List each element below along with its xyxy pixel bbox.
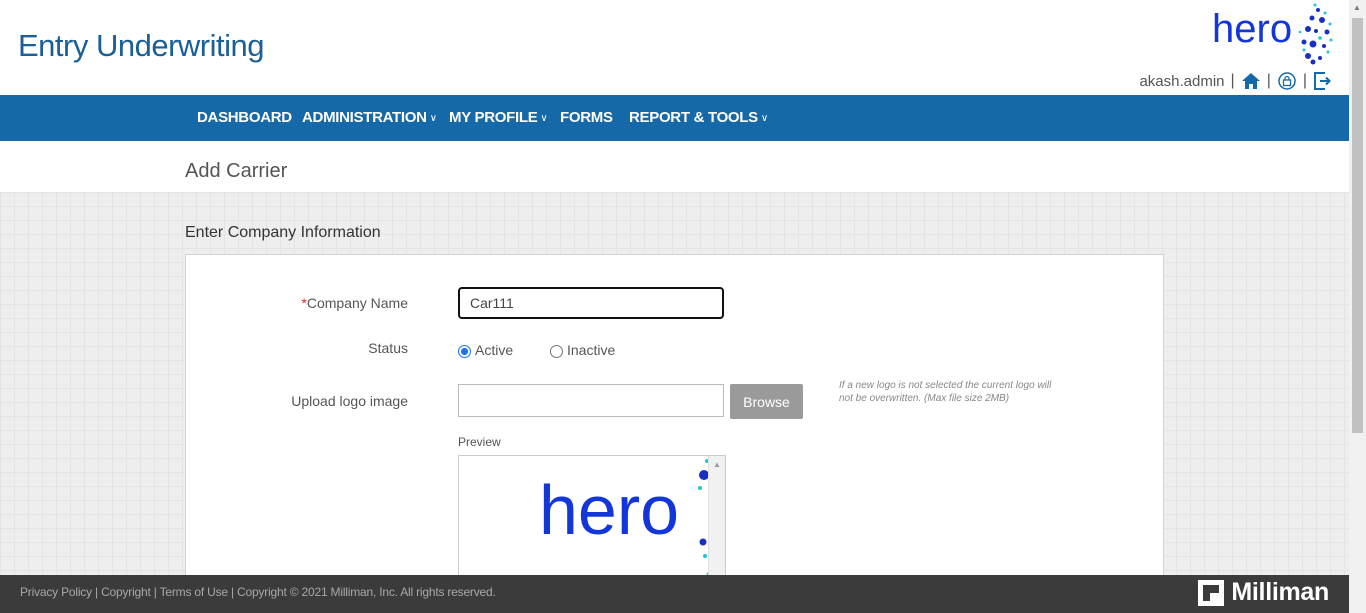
company-name-label: *Company Name: [301, 295, 408, 311]
app-header: Entry Underwriting hero akash.admin | |: [0, 0, 1349, 95]
hero-logo-text: hero: [1212, 7, 1292, 51]
status-inactive-option[interactable]: Inactive: [550, 341, 615, 358]
user-bar: akash.admin | | |: [1139, 70, 1331, 92]
nav-label: FORMS: [560, 109, 613, 126]
nav-label: ADMINISTRATION: [302, 109, 427, 126]
company-form: *Company Name Status Active Inactive Upl…: [185, 254, 1164, 585]
nav-report-tools[interactable]: REPORT & TOOLS ∨: [629, 95, 768, 141]
username[interactable]: akash.admin: [1139, 73, 1224, 90]
brand-name: Milliman: [1231, 578, 1329, 606]
section-title: Enter Company Information: [185, 224, 381, 241]
page-title-band: Add Carrier: [0, 141, 1349, 192]
footer-links[interactable]: Privacy Policy | Copyright | Terms of Us…: [20, 585, 496, 599]
lock-refresh-icon[interactable]: [1277, 71, 1297, 91]
upload-hint: If a new logo is not selected the curren…: [839, 380, 1052, 404]
separator: |: [1266, 72, 1271, 89]
chevron-down-icon: ∨: [429, 113, 437, 124]
nav-administration[interactable]: ADMINISTRATION ∨: [302, 95, 437, 141]
page-title: Add Carrier: [185, 160, 288, 182]
milliman-brand: Milliman: [1197, 578, 1329, 607]
status-active-label: Active: [475, 341, 514, 358]
home-icon[interactable]: [1241, 72, 1261, 90]
preview-logo-text: hero: [539, 471, 679, 549]
status-active-option[interactable]: Active: [458, 341, 513, 358]
content-area: Enter Company Information *Company Name …: [0, 192, 1349, 585]
hero-logo[interactable]: hero: [1212, 2, 1334, 66]
page-scrollbar[interactable]: ▲: [1349, 0, 1366, 613]
preview-label: Preview: [458, 435, 501, 449]
company-name-input[interactable]: [458, 287, 724, 319]
footer: Privacy Policy | Copyright | Terms of Us…: [0, 575, 1349, 613]
app-title: Entry Underwriting: [18, 28, 264, 63]
nav-label: DASHBOARD: [197, 109, 292, 126]
preview-logo-image: hero: [539, 459, 710, 576]
nav-dashboard[interactable]: DASHBOARD: [197, 95, 292, 141]
milliman-logo-icon: [1198, 579, 1225, 606]
hero-logo-icon: hero: [1212, 3, 1333, 65]
main-nav: DASHBOARD ADMINISTRATION ∨ MY PROFILE ∨ …: [0, 95, 1349, 141]
logo-preview: hero ▲: [458, 455, 726, 585]
upload-file-input[interactable]: [458, 384, 724, 417]
status-active-radio[interactable]: [458, 345, 471, 358]
scroll-up-icon[interactable]: ▲: [713, 460, 721, 469]
nav-label: MY PROFILE: [449, 109, 538, 126]
logout-icon[interactable]: [1313, 71, 1331, 91]
status-inactive-radio[interactable]: [550, 345, 563, 358]
separator: |: [1302, 72, 1307, 89]
upload-label: Upload logo image: [291, 393, 408, 409]
browse-button[interactable]: Browse: [730, 384, 803, 419]
chevron-down-icon: ∨: [760, 113, 768, 124]
status-label: Status: [368, 340, 408, 356]
preview-scrollbar[interactable]: ▲: [708, 456, 725, 584]
scrollbar-thumb[interactable]: [1352, 18, 1363, 433]
nav-forms[interactable]: FORMS: [560, 95, 613, 141]
nav-label: REPORT & TOOLS: [629, 109, 758, 126]
nav-my-profile[interactable]: MY PROFILE ∨: [449, 95, 548, 141]
separator: |: [1230, 72, 1235, 89]
status-inactive-label: Inactive: [567, 341, 616, 358]
scroll-up-icon[interactable]: ▲: [1353, 3, 1361, 12]
chevron-down-icon: ∨: [540, 113, 548, 124]
